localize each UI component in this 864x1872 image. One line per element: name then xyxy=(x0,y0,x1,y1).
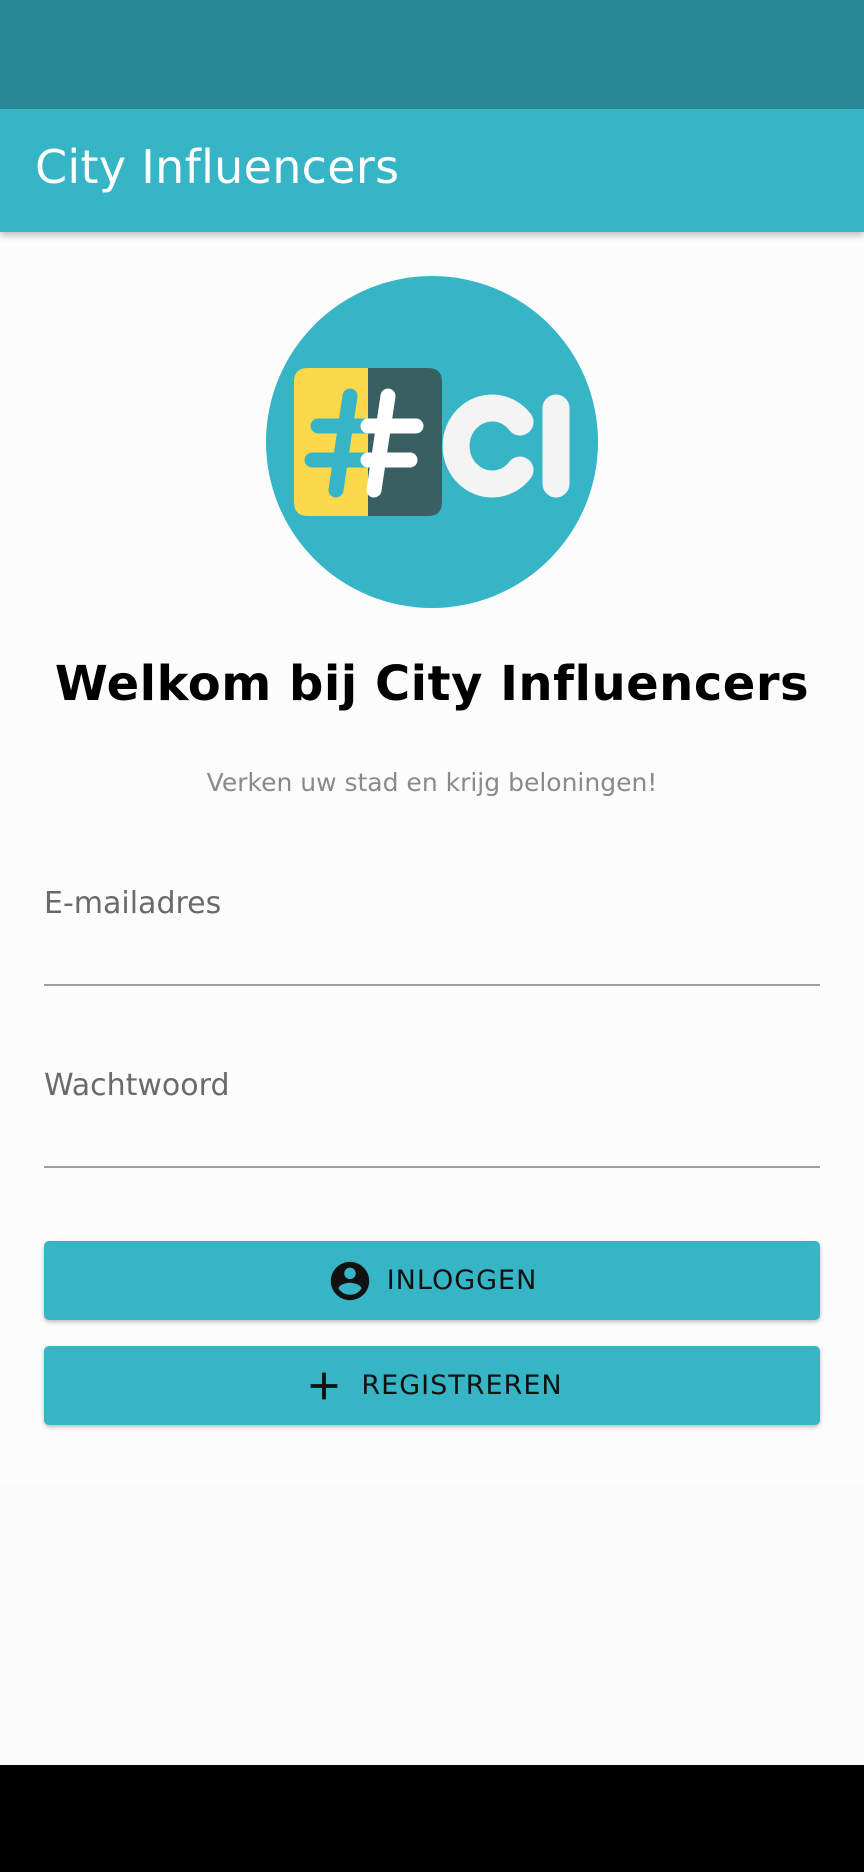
account-circle-icon xyxy=(330,1261,369,1300)
email-input[interactable] xyxy=(44,932,820,984)
login-screen: Welkom bij City Influencers Verken uw st… xyxy=(0,232,864,1486)
login-button-label: INLOGGEN xyxy=(386,1265,538,1296)
city-influencers-logo xyxy=(266,276,598,608)
register-button[interactable]: REGISTREREN xyxy=(44,1346,820,1425)
password-label: Wachtwoord xyxy=(44,1068,230,1103)
password-underline xyxy=(44,1166,820,1168)
password-input[interactable] xyxy=(44,1114,820,1166)
welcome-title: Welkom bij City Influencers xyxy=(54,656,810,712)
status-bar xyxy=(0,0,864,109)
email-field[interactable]: E-mailadres xyxy=(44,884,820,1004)
email-underline xyxy=(44,984,820,986)
login-button[interactable]: INLOGGEN xyxy=(44,1241,820,1320)
password-field[interactable]: Wachtwoord xyxy=(44,1066,820,1186)
navigation-bar xyxy=(0,1765,864,1872)
register-button-label: REGISTREREN xyxy=(361,1370,563,1401)
welcome-subtitle: Verken uw stad en krijg beloningen! xyxy=(206,768,658,797)
email-label: E-mailadres xyxy=(44,886,222,921)
app-title: City Influencers xyxy=(35,140,400,194)
app-bar: City Influencers xyxy=(0,109,864,232)
plus-icon xyxy=(310,1372,338,1399)
